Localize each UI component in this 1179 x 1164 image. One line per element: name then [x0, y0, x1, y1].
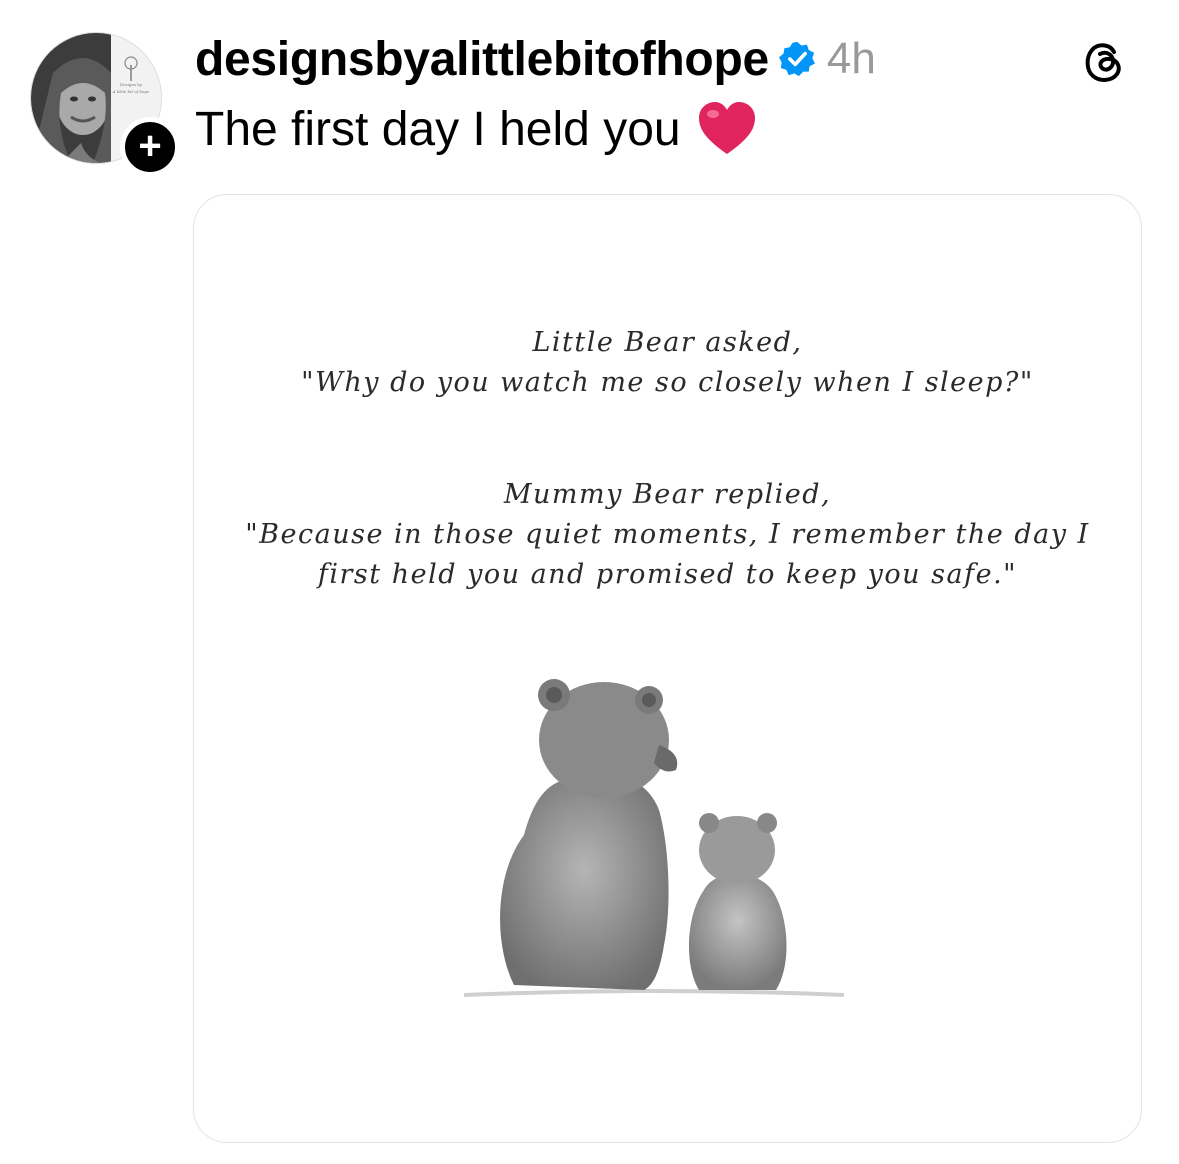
follow-plus-icon[interactable]: +: [120, 117, 180, 177]
avatar-logo-top: Designs by: [120, 82, 143, 87]
verified-badge-icon: [778, 41, 815, 77]
little-bear: [688, 813, 787, 990]
stanza-2-line-1: Mummy Bear replied,: [503, 479, 832, 510]
post-header: designsbyalittlebitofhope 4h: [195, 24, 876, 94]
stanza-2: Mummy Bear replied, "Because in those qu…: [194, 475, 1141, 595]
bears-illustration: [463, 679, 845, 997]
post-time: 4h: [826, 34, 876, 83]
stanza-1: Little Bear asked, "Why do you watch me …: [194, 323, 1141, 403]
author-avatar-group[interactable]: Designs by A little bit of hope +: [30, 32, 180, 177]
stanza-2-line-2: "Because in those quiet moments, I remem…: [245, 519, 1090, 550]
avatar-logo-bottom: A little bit of hope: [112, 89, 150, 94]
threads-logo-icon[interactable]: [1080, 38, 1128, 86]
stanza-1-line-1: Little Bear asked,: [532, 327, 803, 358]
red-heart-emoji: [698, 102, 755, 154]
mummy-bear: [500, 679, 678, 990]
username[interactable]: designsbyalittlebitofhope: [195, 32, 769, 87]
post-caption: The first day I held you: [195, 100, 757, 158]
stanza-1-line-2: "Why do you watch me so closely when I s…: [301, 367, 1034, 398]
caption-text: The first day I held you: [195, 102, 681, 156]
stanza-2-line-3: first held you and promised to keep you …: [317, 559, 1018, 590]
post-image[interactable]: Little Bear asked, "Why do you watch me …: [193, 194, 1142, 1143]
ground-line: [463, 989, 845, 997]
